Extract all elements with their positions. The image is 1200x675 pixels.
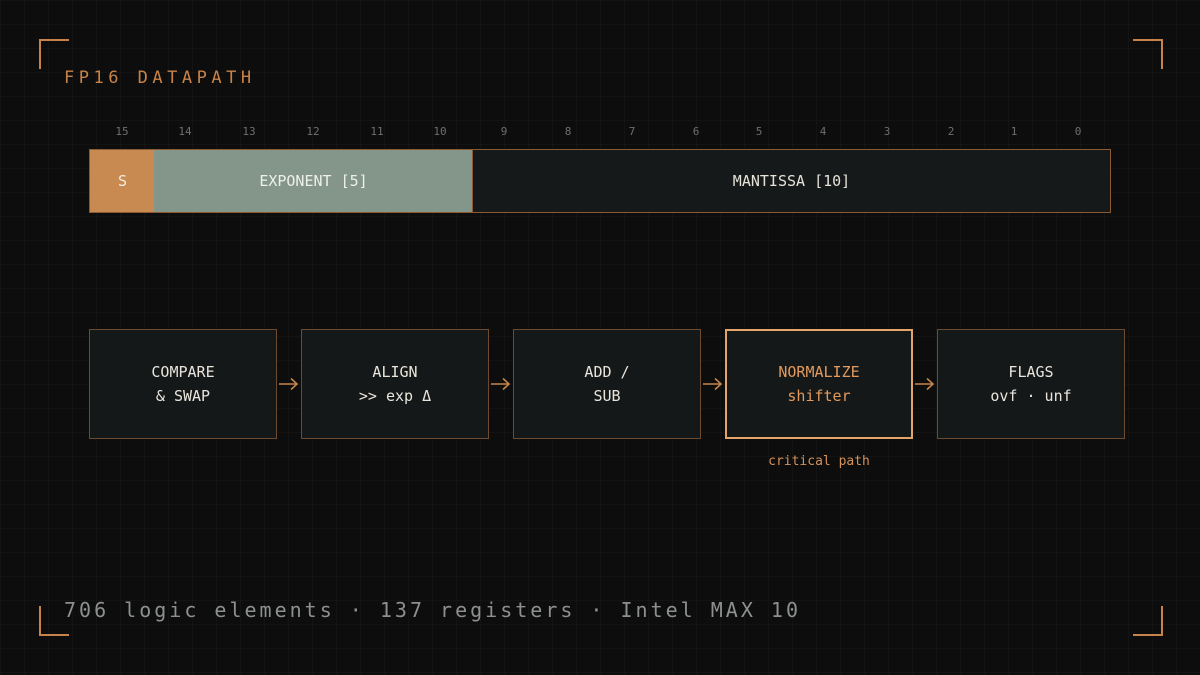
bit-number: 0 [1074, 125, 1082, 138]
stage-label-line1: COMPARE [151, 363, 215, 381]
corner-bracket-bottom-right [1133, 606, 1163, 636]
bit-number: 9 [500, 125, 508, 138]
corner-bracket-top-left [39, 39, 69, 69]
stage-label-line2: SUB [593, 387, 621, 405]
stage-flags: FLAGS ovf · unf [937, 329, 1125, 439]
bit-number: 4 [819, 125, 827, 138]
arrow-right-icon [491, 377, 511, 391]
stage-label-line2: shifter [787, 387, 851, 405]
sign-field: S [89, 149, 156, 213]
bit-number: 3 [883, 125, 891, 138]
bit-number: 15 [115, 125, 129, 138]
arrow-right-icon [703, 377, 723, 391]
bit-number: 13 [242, 125, 256, 138]
bit-number: 1 [1010, 125, 1018, 138]
stage-normalize: NORMALIZE shifter [725, 329, 913, 439]
bit-number: 11 [370, 125, 384, 138]
bit-number: 2 [947, 125, 955, 138]
arrow-right-icon [915, 377, 935, 391]
stage-label-line2: ovf · unf [990, 387, 1072, 405]
bit-number: 7 [628, 125, 636, 138]
footer-stats: 706 logic elements · 137 registers · Int… [64, 598, 802, 622]
stage-align: ALIGN >> exp Δ [301, 329, 489, 439]
diagram-title: FP16 DATAPATH [64, 68, 256, 88]
mantissa-field: MANTISSA [10] [472, 149, 1111, 213]
bit-number: 5 [755, 125, 763, 138]
bit-number: 8 [564, 125, 572, 138]
stage-add-sub: ADD / SUB [513, 329, 701, 439]
stage-label-line2: & SWAP [155, 387, 211, 405]
critical-path-label: critical path [768, 454, 870, 469]
arrow-right-icon [279, 377, 299, 391]
bit-number: 12 [306, 125, 320, 138]
bit-number: 10 [433, 125, 447, 138]
stage-compare-swap: COMPARE & SWAP [89, 329, 277, 439]
bit-number: 14 [178, 125, 192, 138]
stage-label-line1: FLAGS [1008, 363, 1054, 381]
stage-label-line1: NORMALIZE [778, 363, 860, 381]
stage-label-line1: ALIGN [372, 363, 418, 381]
bit-number: 6 [692, 125, 700, 138]
corner-bracket-top-right [1133, 39, 1163, 69]
exponent-field: EXPONENT [5] [154, 149, 474, 213]
stage-label-line2: >> exp Δ [358, 387, 432, 405]
stage-label-line1: ADD / [584, 363, 630, 381]
